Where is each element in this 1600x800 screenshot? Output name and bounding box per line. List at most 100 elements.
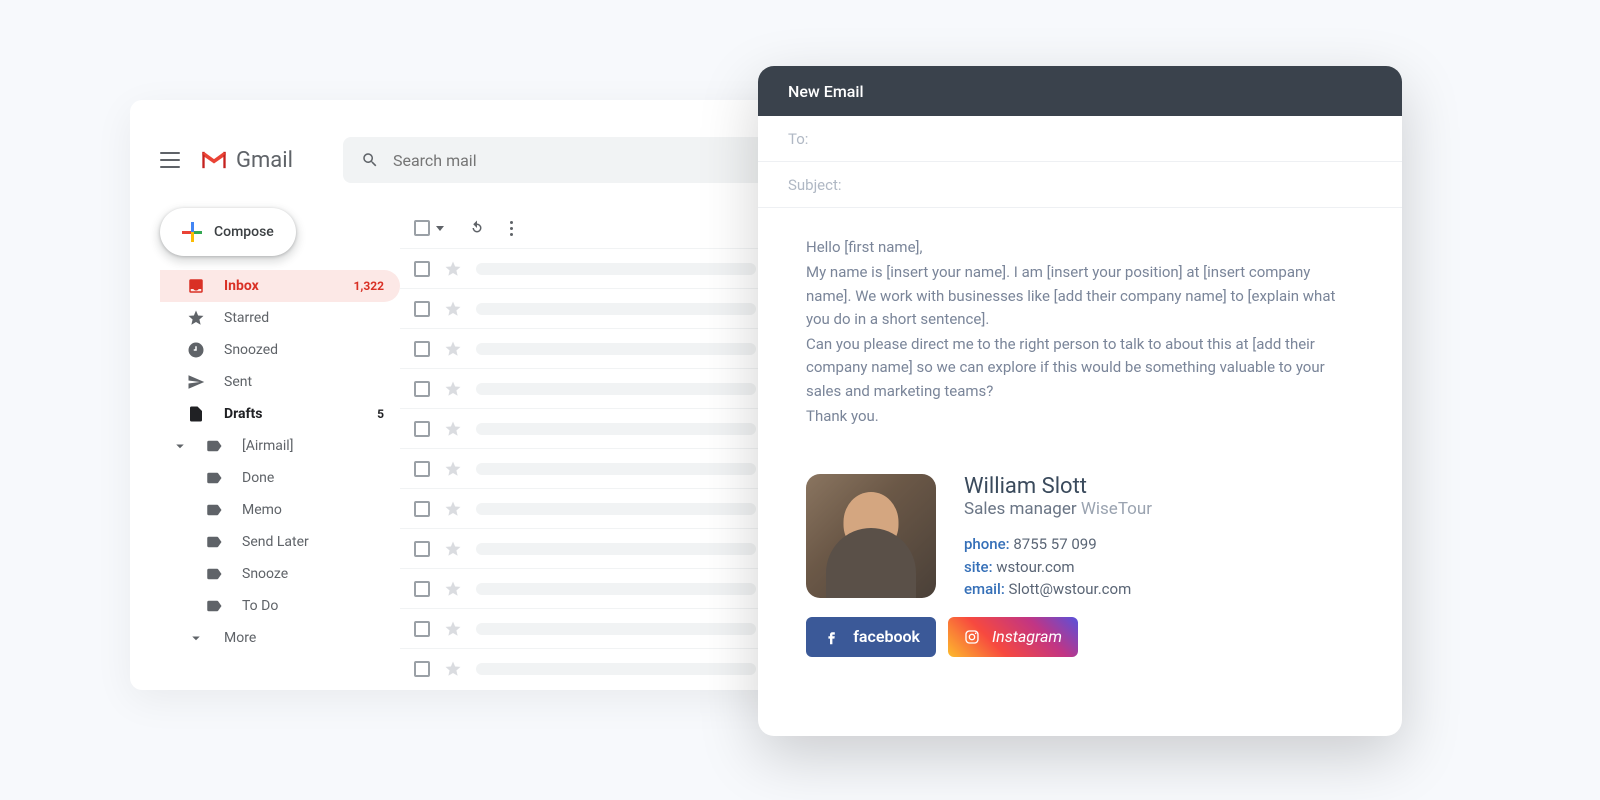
sidebar-item-snooze[interactable]: Snooze: [160, 558, 400, 590]
sidebar-label: Send Later: [242, 534, 309, 550]
sidebar-item-drafts[interactable]: Drafts 5: [160, 398, 400, 430]
signature-block: William Slott Sales manager WiseTour pho…: [758, 474, 1402, 601]
label-icon: [204, 468, 224, 488]
sidebar-label: To Do: [242, 598, 278, 614]
row-checkbox[interactable]: [414, 381, 430, 397]
mail-preview: [476, 503, 756, 515]
star-icon[interactable]: [444, 380, 462, 398]
star-icon[interactable]: [444, 420, 462, 438]
mail-preview: [476, 383, 756, 395]
site-label: site:: [964, 558, 993, 576]
star-icon[interactable]: [444, 340, 462, 358]
compose-body[interactable]: Hello [first name], My name is [insert y…: [758, 208, 1402, 450]
mail-preview: [476, 303, 756, 315]
row-checkbox[interactable]: [414, 541, 430, 557]
mail-preview: [476, 463, 756, 475]
select-caret-icon[interactable]: [436, 226, 444, 231]
row-checkbox[interactable]: [414, 261, 430, 277]
sidebar-label: Inbox: [224, 278, 259, 294]
email-value[interactable]: Slott@wstour.com: [1009, 580, 1132, 598]
sidebar-label: Snoozed: [224, 342, 278, 358]
instagram-icon: [964, 627, 980, 647]
refresh-icon[interactable]: [468, 219, 486, 237]
drafts-count: 5: [377, 407, 384, 421]
body-line: Can you please direct me to the right pe…: [806, 333, 1354, 403]
select-all-checkbox[interactable]: [414, 220, 430, 236]
to-field[interactable]: To:: [758, 116, 1402, 162]
chevron-down-icon: [170, 436, 190, 456]
row-checkbox[interactable]: [414, 461, 430, 477]
mail-preview: [476, 583, 756, 595]
clock-icon: [186, 340, 206, 360]
row-checkbox[interactable]: [414, 341, 430, 357]
search-bar[interactable]: [343, 137, 803, 183]
gmail-logo[interactable]: Gmail: [200, 148, 293, 173]
star-icon[interactable]: [444, 500, 462, 518]
sidebar-item-more[interactable]: More: [160, 622, 400, 654]
sidebar-label: Snooze: [242, 566, 288, 582]
star-icon[interactable]: [444, 260, 462, 278]
star-icon[interactable]: [444, 580, 462, 598]
sidebar-label: Done: [242, 470, 274, 486]
label-icon: [204, 564, 224, 584]
star-icon[interactable]: [444, 660, 462, 678]
instagram-button[interactable]: Instagram: [948, 617, 1078, 657]
mail-preview: [476, 343, 756, 355]
search-input[interactable]: [393, 151, 785, 170]
label-icon: [204, 532, 224, 552]
row-checkbox[interactable]: [414, 581, 430, 597]
facebook-button[interactable]: facebook: [806, 617, 936, 657]
search-icon: [361, 151, 379, 169]
sidebar-item-memo[interactable]: Memo: [160, 494, 400, 526]
more-icon[interactable]: [510, 221, 513, 236]
row-checkbox[interactable]: [414, 421, 430, 437]
sidebar-label: Starred: [224, 310, 269, 326]
sidebar-item-airmail[interactable]: [Airmail]: [160, 430, 400, 462]
sidebar-item-inbox[interactable]: Inbox 1,322: [160, 270, 400, 302]
sidebar-item-sent[interactable]: Sent: [160, 366, 400, 398]
menu-icon[interactable]: [160, 152, 180, 168]
star-icon[interactable]: [444, 540, 462, 558]
send-icon: [186, 372, 206, 392]
signature-name: William Slott: [964, 474, 1152, 499]
compose-window: New Email To: Subject: Hello [first name…: [758, 66, 1402, 736]
gmail-logo-text: Gmail: [236, 148, 293, 173]
inbox-count: 1,322: [354, 279, 385, 293]
row-checkbox[interactable]: [414, 621, 430, 637]
inbox-icon: [186, 276, 206, 296]
row-checkbox[interactable]: [414, 301, 430, 317]
email-label: email:: [964, 580, 1005, 598]
sidebar-item-done[interactable]: Done: [160, 462, 400, 494]
row-checkbox[interactable]: [414, 501, 430, 517]
sidebar-label: Memo: [242, 502, 282, 518]
sidebar-label: Drafts: [224, 406, 262, 422]
chevron-down-icon: [186, 628, 206, 648]
star-icon[interactable]: [444, 620, 462, 638]
sidebar-label: [Airmail]: [242, 438, 293, 454]
label-icon: [204, 596, 224, 616]
file-icon: [186, 404, 206, 424]
compose-title[interactable]: New Email: [758, 66, 1402, 116]
mail-preview: [476, 543, 756, 555]
signature-details: William Slott Sales manager WiseTour pho…: [964, 474, 1152, 601]
social-buttons: facebook Instagram: [758, 601, 1402, 657]
sidebar-label: Sent: [224, 374, 252, 390]
signature-role: Sales manager WiseTour: [964, 499, 1152, 519]
sidebar-item-starred[interactable]: Starred: [160, 302, 400, 334]
subject-field[interactable]: Subject:: [758, 162, 1402, 208]
avatar: [806, 474, 936, 598]
sidebar: Compose Inbox 1,322 Starred Snoozed: [160, 208, 400, 688]
compose-label: Compose: [214, 224, 274, 240]
site-value[interactable]: wstour.com: [996, 558, 1074, 576]
plus-icon: [182, 222, 202, 242]
label-icon: [204, 500, 224, 520]
star-icon: [186, 308, 206, 328]
star-icon[interactable]: [444, 460, 462, 478]
sidebar-item-snoozed[interactable]: Snoozed: [160, 334, 400, 366]
sidebar-item-send-later[interactable]: Send Later: [160, 526, 400, 558]
sidebar-item-todo[interactable]: To Do: [160, 590, 400, 622]
row-checkbox[interactable]: [414, 661, 430, 677]
compose-button[interactable]: Compose: [160, 208, 296, 256]
star-icon[interactable]: [444, 300, 462, 318]
phone-value: 8755 57 099: [1013, 535, 1096, 553]
